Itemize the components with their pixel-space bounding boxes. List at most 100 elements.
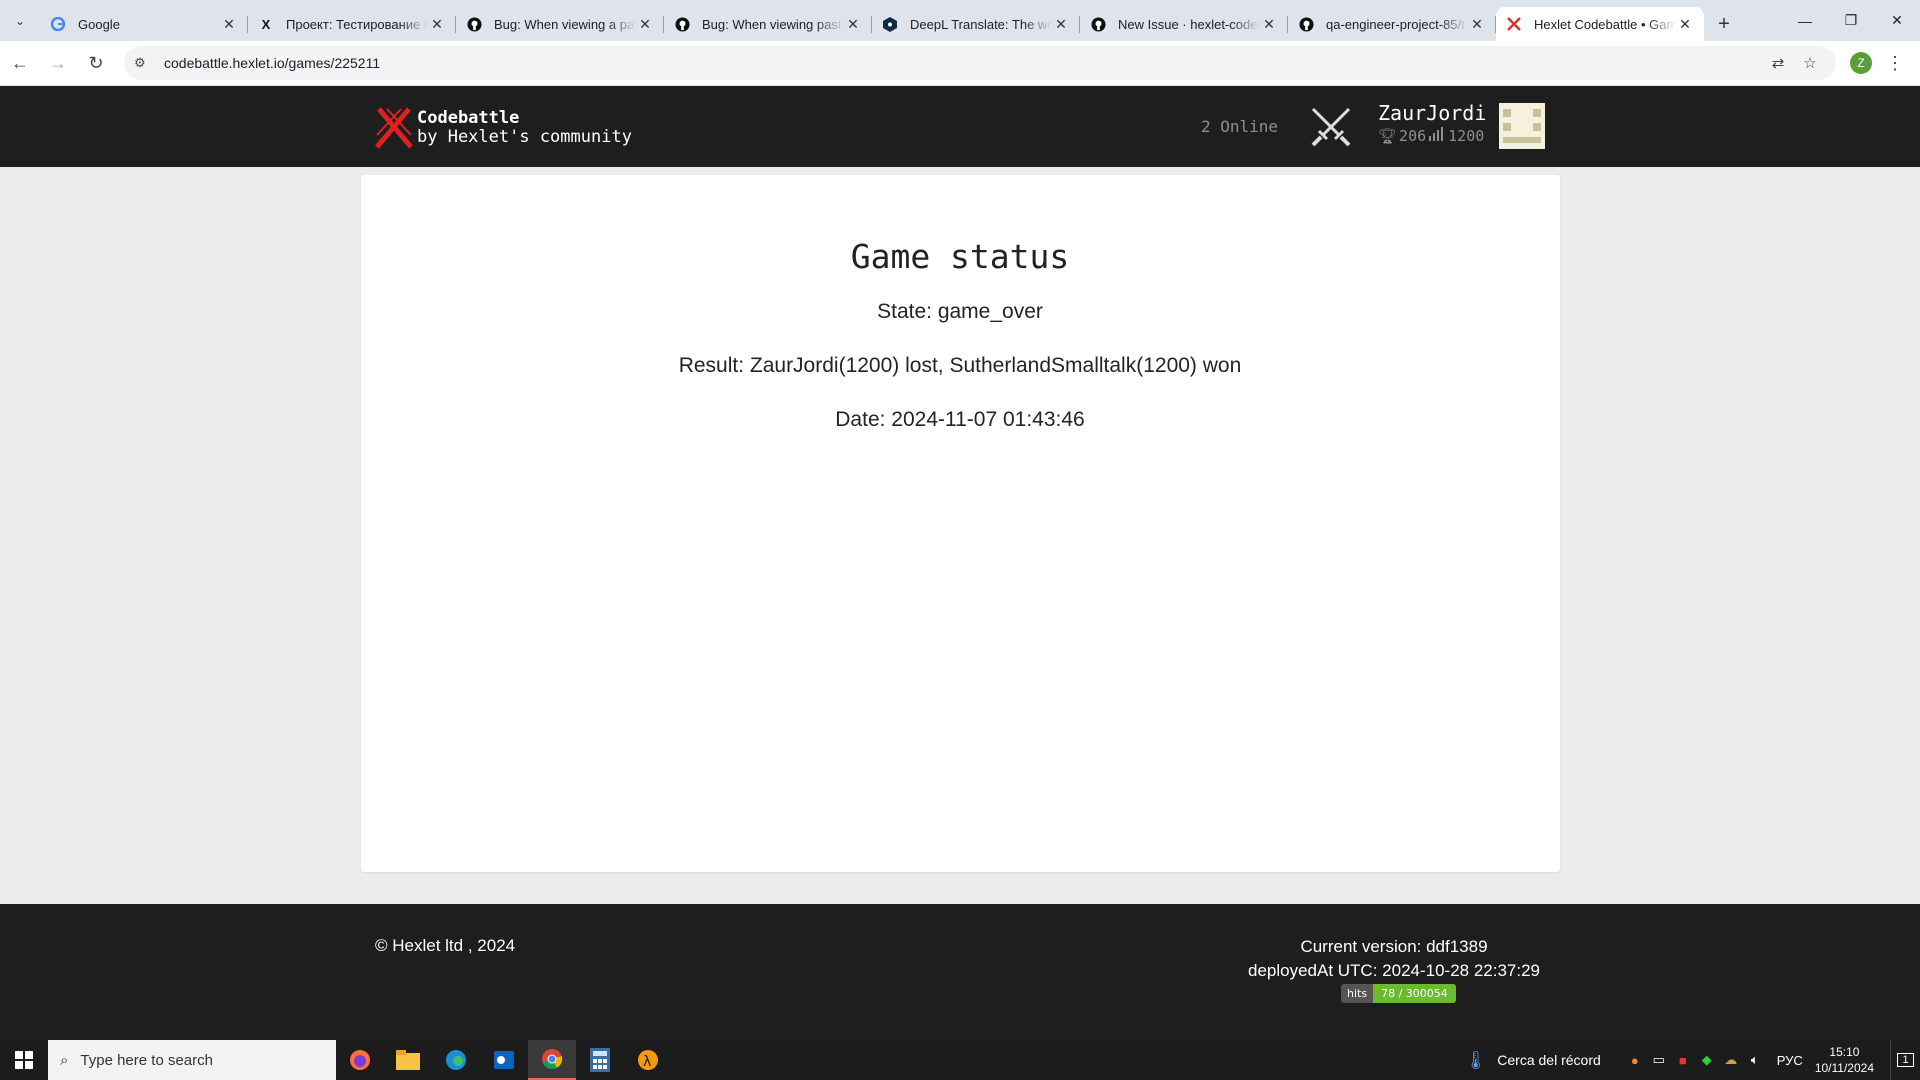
hits-value: 78 / 300054: [1373, 984, 1456, 1003]
bookmark-star-icon[interactable]: ☆: [1794, 54, 1826, 72]
username[interactable]: ZaurJordi: [1378, 101, 1486, 125]
crossed-swords-icon[interactable]: [1309, 105, 1353, 154]
svg-text:λ: λ: [643, 1054, 651, 1070]
restore-icon[interactable]: ❐: [1828, 0, 1874, 41]
site-logo[interactable]: Codebattle by Hexlet's community: [375, 107, 632, 149]
tab-title: Bug: When viewing past g: [702, 16, 844, 32]
github-icon: [1090, 16, 1106, 32]
translate-icon[interactable]: ⇄: [1762, 54, 1794, 72]
codebattle-icon: [1506, 16, 1522, 32]
browser-tab[interactable]: New Issue · hexlet-codeb ✕: [1080, 7, 1288, 41]
deepl-icon: [882, 16, 898, 32]
browser-tab-strip: ⌄ Google ✕ X Проект: Тестирование в ✕ Bu…: [0, 0, 1920, 41]
tab-close-icon[interactable]: ✕: [1260, 16, 1278, 33]
brand-name: Codebattle: [417, 108, 520, 128]
codebattle-logo-icon: [375, 107, 413, 149]
github-icon: [674, 16, 690, 32]
system-tray: 🌡︎ Cerca del récord ● ▭ ■ ◆ ☁ 🔈︎ РУС 15:…: [1464, 1040, 1920, 1080]
tab-close-icon[interactable]: ✕: [220, 16, 238, 33]
address-bar[interactable]: ⚙ codebattle.hexlet.io/games/225211 ⇄ ☆: [124, 46, 1836, 80]
back-button[interactable]: ←: [2, 45, 38, 81]
hexlet-icon: X: [261, 16, 271, 32]
notification-count: 1: [1897, 1053, 1914, 1067]
calculator-icon[interactable]: [576, 1040, 624, 1080]
browser-tab-active[interactable]: Hexlet Codebattle • Game ✕: [1496, 7, 1704, 41]
thermometer-icon: 🌡︎: [1464, 1049, 1488, 1070]
browser-tab[interactable]: Bug: When viewing past g ✕: [664, 7, 872, 41]
search-icon: ⌕: [60, 1051, 69, 1069]
site-info-icon[interactable]: ⚙: [134, 55, 154, 71]
tab-close-icon[interactable]: ✕: [1052, 16, 1070, 33]
user-avatar[interactable]: [1499, 103, 1545, 149]
forward-button[interactable]: →: [40, 45, 76, 81]
browser-tab[interactable]: Bug: When viewing a past ✕: [456, 7, 664, 41]
profile-avatar[interactable]: Z: [1850, 52, 1872, 74]
tab-title: Hexlet Codebattle • Game: [1534, 16, 1676, 32]
tab-close-icon[interactable]: ✕: [1468, 16, 1486, 33]
brand-tagline: by Hexlet's community: [417, 127, 632, 147]
game-status-card: [361, 175, 1560, 872]
game-status-title: Game status: [850, 237, 1070, 276]
footer-version: Current version: ddf1389: [1300, 937, 1488, 956]
tab-title: New Issue · hexlet-codeb: [1118, 16, 1260, 32]
notification-center-icon[interactable]: 1: [1890, 1040, 1920, 1080]
cloud-icon[interactable]: ☁: [1719, 1052, 1743, 1068]
hits-label: hits: [1341, 984, 1374, 1003]
tab-close-icon[interactable]: ✕: [844, 16, 862, 33]
tab-close-icon[interactable]: ✕: [428, 16, 446, 33]
url-text[interactable]: codebattle.hexlet.io/games/225211: [164, 55, 1762, 71]
browser-tab[interactable]: DeepL Translate: The worl ✕: [872, 7, 1080, 41]
new-tab-button[interactable]: +: [1704, 7, 1744, 41]
browser-toolbar: ← → ↻ ⚙ codebattle.hexlet.io/games/22521…: [0, 41, 1920, 86]
close-window-icon[interactable]: ✕: [1874, 0, 1920, 41]
recording-icon[interactable]: ■: [1671, 1053, 1695, 1068]
github-icon: [1298, 16, 1314, 32]
tab-search-dropdown-icon[interactable]: ⌄: [0, 0, 40, 41]
taskbar-search-input[interactable]: ⌕ Type here to search: [48, 1040, 336, 1080]
browser-tab[interactable]: Google ✕: [40, 7, 248, 41]
chrome-icon[interactable]: [528, 1040, 576, 1080]
hits-badge[interactable]: hits 78 / 300054: [1341, 984, 1456, 1003]
weather-widget[interactable]: 🌡︎ Cerca del récord: [1464, 1050, 1600, 1071]
file-explorer-icon[interactable]: [384, 1040, 432, 1080]
taskbar-clock[interactable]: 15:10 10/11/2024: [1815, 1044, 1874, 1076]
user-info[interactable]: ZaurJordi 🏆︎ 206 1200: [1378, 101, 1486, 145]
minimize-icon[interactable]: —: [1782, 0, 1828, 41]
edge-icon[interactable]: [432, 1040, 480, 1080]
security-icon[interactable]: ◆: [1695, 1052, 1719, 1068]
window-controls: — ❐ ✕: [1782, 0, 1920, 41]
clock-date: 10/11/2024: [1814, 1061, 1874, 1075]
volume-icon[interactable]: 🔈︎: [1743, 1052, 1767, 1068]
user-rating: 1200: [1448, 127, 1485, 145]
half-life-icon[interactable]: λ: [624, 1040, 672, 1080]
rating-chart-icon: [1428, 127, 1446, 145]
outlook-icon[interactable]: [480, 1040, 528, 1080]
tab-close-icon[interactable]: ✕: [636, 16, 654, 33]
tab-close-icon[interactable]: ✕: [1676, 16, 1694, 33]
browser-tab[interactable]: X Проект: Тестирование в ✕: [248, 7, 456, 41]
browser-menu-icon[interactable]: ⋮: [1880, 53, 1910, 74]
user-rank: 206: [1399, 127, 1427, 145]
reload-button[interactable]: ↻: [78, 45, 114, 81]
github-icon: [466, 16, 482, 32]
firefox-icon[interactable]: [336, 1040, 384, 1080]
game-date: Date: 2024-11-07 01:43:46: [835, 408, 1085, 431]
network-icon[interactable]: ▭: [1647, 1052, 1671, 1068]
language-indicator[interactable]: РУС: [1777, 1053, 1803, 1068]
site-footer: [0, 904, 1920, 1040]
browser-tab[interactable]: qa-engineer-project-85/t ✕: [1288, 7, 1496, 41]
taskbar-search-placeholder: Type here to search: [80, 1051, 213, 1069]
site-header: [0, 86, 1920, 167]
windows-start-icon[interactable]: [0, 1040, 48, 1080]
google-icon: [50, 16, 66, 32]
footer-deployed-at: deployedAt UTC: 2024-10-28 22:37:29: [1247, 961, 1541, 980]
game-result: Result: ZaurJordi(1200) lost, Sutherland…: [678, 354, 1242, 377]
footer-copyright: © Hexlet ltd , 2024: [375, 936, 516, 955]
weather-text: Cerca del récord: [1497, 1052, 1601, 1068]
tab-title: Google: [78, 16, 120, 32]
tab-title: Проект: Тестирование в: [286, 16, 428, 32]
game-state: State: game_over: [877, 300, 1043, 323]
trophy-icon: 🏆︎: [1378, 127, 1398, 145]
app-tray-icon[interactable]: ●: [1623, 1053, 1647, 1068]
online-count: 2 Online: [1201, 117, 1279, 136]
